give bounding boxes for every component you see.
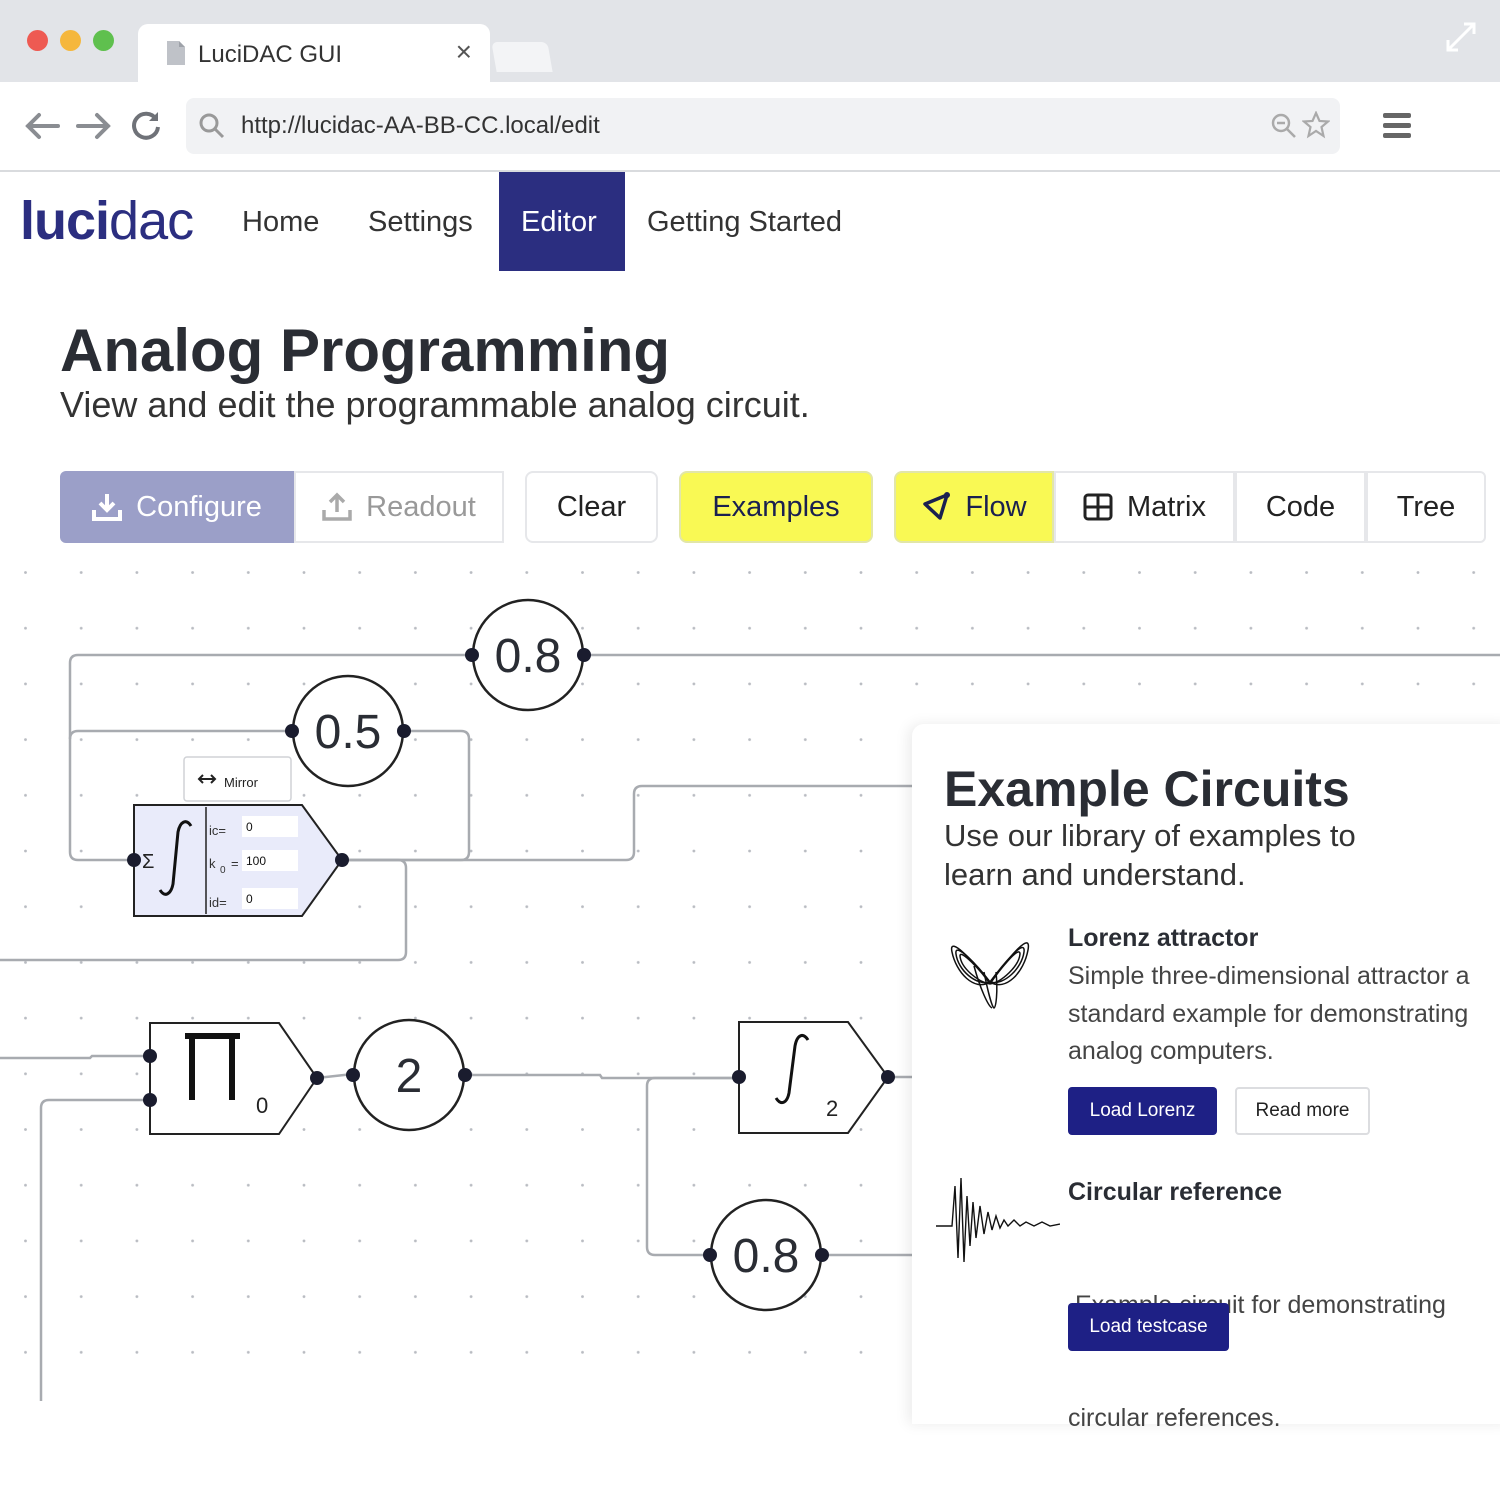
read-more-button[interactable]: Read more bbox=[1235, 1087, 1370, 1135]
damped-oscillation-icon bbox=[936, 1177, 1060, 1262]
id-value: 0 bbox=[246, 892, 253, 906]
browser-tab[interactable]: LuciDAC GUI × bbox=[138, 24, 490, 82]
nav-getting-started[interactable]: Getting Started bbox=[625, 172, 864, 271]
output-port[interactable] bbox=[458, 1068, 472, 1082]
k0-value: 100 bbox=[246, 854, 266, 868]
document-icon bbox=[167, 41, 185, 65]
back-arrow-icon[interactable] bbox=[24, 112, 60, 140]
matrix-label: Matrix bbox=[1127, 490, 1206, 523]
nav-home[interactable]: Home bbox=[220, 172, 341, 271]
code-view-tab[interactable]: Code bbox=[1235, 471, 1366, 543]
flow-label: Flow bbox=[965, 490, 1027, 523]
output-port[interactable] bbox=[881, 1070, 895, 1084]
browser-nav-bar: http://lucidac-AA-BB-CC.local/edit bbox=[0, 82, 1500, 172]
clear-button[interactable]: Clear bbox=[525, 471, 658, 543]
output-port[interactable] bbox=[577, 648, 591, 662]
lucidac-logo[interactable]: lucidac bbox=[20, 190, 194, 252]
readout-label: Readout bbox=[366, 490, 476, 523]
page-subtitle: View and edit the programmable analog ci… bbox=[60, 384, 810, 425]
coefficient-value: 0.5 bbox=[315, 706, 382, 759]
forward-arrow-icon[interactable] bbox=[76, 112, 112, 140]
browser-tab-bar: LuciDAC GUI × bbox=[0, 0, 1500, 82]
page-title: Analog Programming bbox=[60, 317, 671, 384]
menu-icon[interactable] bbox=[1382, 110, 1412, 142]
grid-icon bbox=[1083, 493, 1113, 521]
k0-equals: = bbox=[231, 856, 239, 871]
output-port[interactable] bbox=[397, 724, 411, 738]
matrix-view-tab[interactable]: Matrix bbox=[1054, 471, 1235, 543]
reload-icon[interactable] bbox=[130, 110, 162, 142]
input-port[interactable] bbox=[143, 1049, 157, 1063]
close-window-dot[interactable] bbox=[27, 30, 48, 51]
bookmark-star-icon[interactable] bbox=[1302, 111, 1330, 139]
minimize-window-dot[interactable] bbox=[60, 30, 81, 51]
example-desc-circular: Example circuit for demonstrating circul… bbox=[1068, 1212, 1500, 1512]
load-lorenz-button[interactable]: Load Lorenz bbox=[1068, 1087, 1217, 1135]
nav-settings[interactable]: Settings bbox=[346, 172, 495, 271]
load-testcase-button[interactable]: Load testcase bbox=[1068, 1303, 1229, 1351]
flow-icon bbox=[923, 492, 951, 520]
integrator-index: 2 bbox=[826, 1096, 838, 1121]
panel-subtitle-line: Use our library of examples to bbox=[944, 818, 1356, 853]
input-port[interactable] bbox=[285, 724, 299, 738]
tree-view-tab[interactable]: Tree bbox=[1366, 471, 1486, 543]
panel-subtitle: Use our library of examples to learn and… bbox=[944, 816, 1464, 894]
input-port[interactable] bbox=[143, 1093, 157, 1107]
mirror-button[interactable]: Mirror bbox=[183, 756, 292, 802]
example-desc-lorenz: Simple three-dimensional attractor a sta… bbox=[1068, 958, 1500, 1071]
output-port[interactable] bbox=[335, 853, 349, 867]
example-title-circular: Circular reference bbox=[1068, 1178, 1283, 1206]
tab-title: LuciDAC GUI bbox=[198, 41, 343, 68]
input-port[interactable] bbox=[127, 853, 141, 867]
desc-line: Simple three-dimensional attractor a bbox=[1068, 962, 1470, 990]
configure-button[interactable]: Configure bbox=[60, 471, 294, 543]
example-circuits-panel: Example Circuits Use our library of exam… bbox=[912, 724, 1500, 1432]
examples-button[interactable]: Examples bbox=[679, 471, 873, 543]
panel-subtitle-line: learn and understand. bbox=[944, 857, 1246, 892]
multiplier-index: 0 bbox=[256, 1093, 268, 1118]
zoom-icon[interactable] bbox=[1270, 112, 1298, 140]
coefficient-value: 2 bbox=[396, 1050, 423, 1103]
desc-line: standard example for demonstrating bbox=[1068, 999, 1469, 1028]
sum-symbol: Σ bbox=[142, 851, 154, 873]
maximize-window-dot[interactable] bbox=[93, 30, 114, 51]
desc-line: circular references. bbox=[1068, 1403, 1281, 1432]
address-bar[interactable]: http://lucidac-AA-BB-CC.local/edit bbox=[186, 98, 1340, 154]
ic-value: 0 bbox=[246, 820, 253, 834]
example-title-lorenz: Lorenz attractor bbox=[1068, 924, 1259, 952]
input-port[interactable] bbox=[346, 1068, 360, 1082]
k0-label: k bbox=[209, 856, 216, 871]
url-text: http://lucidac-AA-BB-CC.local/edit bbox=[241, 112, 600, 139]
k0-subscript: 0 bbox=[220, 865, 226, 876]
input-port[interactable] bbox=[732, 1070, 746, 1084]
output-port[interactable] bbox=[310, 1071, 324, 1085]
ic-label: ic= bbox=[209, 823, 226, 838]
logo-light: dac bbox=[109, 191, 194, 251]
coefficient-value: 0.8 bbox=[495, 630, 562, 683]
input-port[interactable] bbox=[465, 648, 479, 662]
logo-bold: luci bbox=[20, 191, 110, 251]
readout-button[interactable]: Readout bbox=[294, 471, 504, 543]
configure-label: Configure bbox=[136, 490, 262, 523]
panel-title: Example Circuits bbox=[944, 761, 1350, 817]
search-icon bbox=[199, 113, 225, 139]
download-icon bbox=[92, 494, 123, 521]
output-port[interactable] bbox=[815, 1248, 829, 1262]
nav-editor[interactable]: Editor bbox=[499, 172, 625, 271]
input-port[interactable] bbox=[703, 1248, 717, 1262]
desc-line: analog computers. bbox=[1068, 1037, 1274, 1065]
fullscreen-icon[interactable] bbox=[1444, 20, 1478, 54]
id-label: id= bbox=[209, 895, 227, 910]
tab-close-icon[interactable]: × bbox=[456, 36, 472, 68]
coefficient-value: 0.8 bbox=[733, 1230, 800, 1283]
upload-icon bbox=[322, 492, 352, 521]
lorenz-attractor-icon bbox=[950, 942, 1030, 1009]
mirror-label: Mirror bbox=[224, 775, 259, 790]
flow-view-tab[interactable]: Flow bbox=[894, 471, 1054, 543]
new-tab-button[interactable] bbox=[491, 42, 553, 72]
